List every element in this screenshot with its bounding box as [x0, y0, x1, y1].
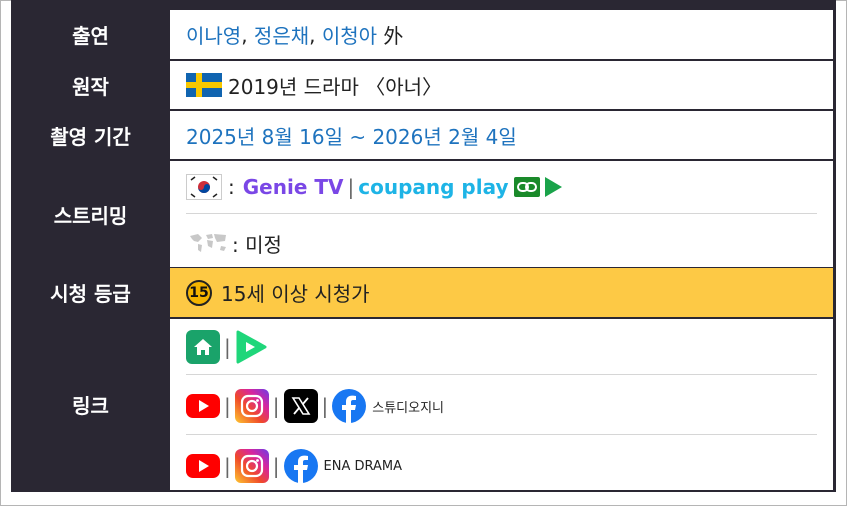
facebook-icon[interactable] [332, 389, 367, 423]
row-links: 링크 | | | | 스튜디오지니 | | ENA DRAMA [11, 319, 836, 490]
studio-genie-text: 스튜디오지니 [372, 400, 445, 416]
rating-text: 15세 이상 시청가 [221, 282, 370, 306]
x-twitter-icon[interactable] [283, 389, 318, 423]
cast-link-2[interactable]: 정은채 [254, 20, 309, 49]
play-icon[interactable] [543, 176, 563, 198]
row-value-cast: 이나영 , 정은채 , 이청아 外 [170, 10, 833, 59]
links-pipe: | [224, 335, 231, 359]
row-value-streaming: : Genie TV | coupang play : 미정 [170, 161, 833, 267]
world-map-icon [186, 230, 230, 256]
row-label-cast: 출연 [13, 10, 168, 59]
row-rating: 시청 등급 15 15세 이상 시청가 [11, 268, 836, 317]
info-table: 출연 이나영 , 정은채 , 이청아 外 원작 2019년 드라마 〈아너〉 촬… [11, 0, 836, 492]
row-filming: 촬영 기간 2025년 8월 16일 ~ 2026년 2월 4일 [11, 111, 836, 159]
streaming-kr-colon: : [228, 175, 235, 199]
row-label-original: 원작 [13, 61, 168, 109]
links-line-1: | [186, 330, 267, 364]
sweden-flag-icon [186, 73, 222, 97]
instagram-icon[interactable] [234, 389, 269, 423]
row-label-filming: 촬영 기간 [13, 111, 168, 159]
link-icon[interactable] [513, 177, 540, 197]
youtube-icon[interactable] [186, 454, 220, 478]
original-text: 2019년 드라마 〈아너〉 [228, 74, 443, 99]
cast-link-3[interactable]: 이청아 [322, 20, 377, 49]
cast-link-1[interactable]: 이나영 [186, 20, 241, 49]
korea-flag-icon [186, 174, 222, 200]
links-pipe: | [224, 394, 231, 418]
row-label-rating: 시청 등급 [13, 268, 168, 317]
streaming-world-text: : 미정 [232, 232, 282, 257]
links-divider-2 [186, 434, 817, 435]
green-play-icon[interactable] [235, 330, 267, 364]
row-cast: 출연 이나영 , 정은채 , 이청아 外 [11, 10, 836, 59]
row-value-links: | | | | 스튜디오지니 | | ENA DRAMA [170, 319, 833, 490]
cast-sep-1: , [241, 22, 248, 47]
ena-drama-text: ENA DRAMA [323, 458, 402, 474]
row-value-original: 2019년 드라마 〈아너〉 [170, 61, 833, 109]
streaming-pipe: | [347, 175, 355, 199]
filming-period-link[interactable]: 2025년 8월 16일 ~ 2026년 2월 4일 [186, 121, 517, 150]
links-divider-1 [186, 374, 817, 375]
coupang-play-link[interactable]: coupang play [358, 175, 508, 199]
links-line-3: | | ENA DRAMA [186, 449, 402, 483]
facebook-icon[interactable] [283, 449, 318, 483]
streaming-world-line: : 미정 [186, 227, 282, 259]
row-label-streaming: 스트리밍 [13, 161, 168, 267]
cast-sep-2: , [309, 22, 316, 47]
links-pipe: | [321, 394, 329, 418]
youtube-icon[interactable] [186, 394, 220, 418]
genie-tv-link[interactable]: Genie TV [243, 175, 344, 199]
instagram-icon[interactable] [234, 449, 269, 483]
home-icon[interactable] [186, 330, 220, 364]
cast-suffix: 外 [383, 24, 404, 48]
age-15-badge-icon: 15 [186, 279, 212, 306]
row-label-links: 링크 [13, 319, 168, 490]
row-streaming: 스트리밍 : Genie TV | coupang play: 미정 [11, 161, 836, 267]
links-pipe: | [224, 454, 231, 478]
table-top-strip [11, 0, 836, 10]
row-original: 원작 2019년 드라마 〈아너〉 [11, 61, 836, 109]
links-pipe: | [272, 394, 280, 418]
streaming-inner-divider [186, 213, 817, 214]
row-value-filming: 2025년 8월 16일 ~ 2026년 2월 4일 [170, 111, 833, 159]
links-line-2: | | | 스튜디오지니 [186, 389, 444, 423]
streaming-kr-line: : Genie TV | coupang play [186, 171, 563, 203]
links-pipe: | [272, 454, 280, 478]
row-value-rating: 15 15세 이상 시청가 [170, 268, 833, 317]
